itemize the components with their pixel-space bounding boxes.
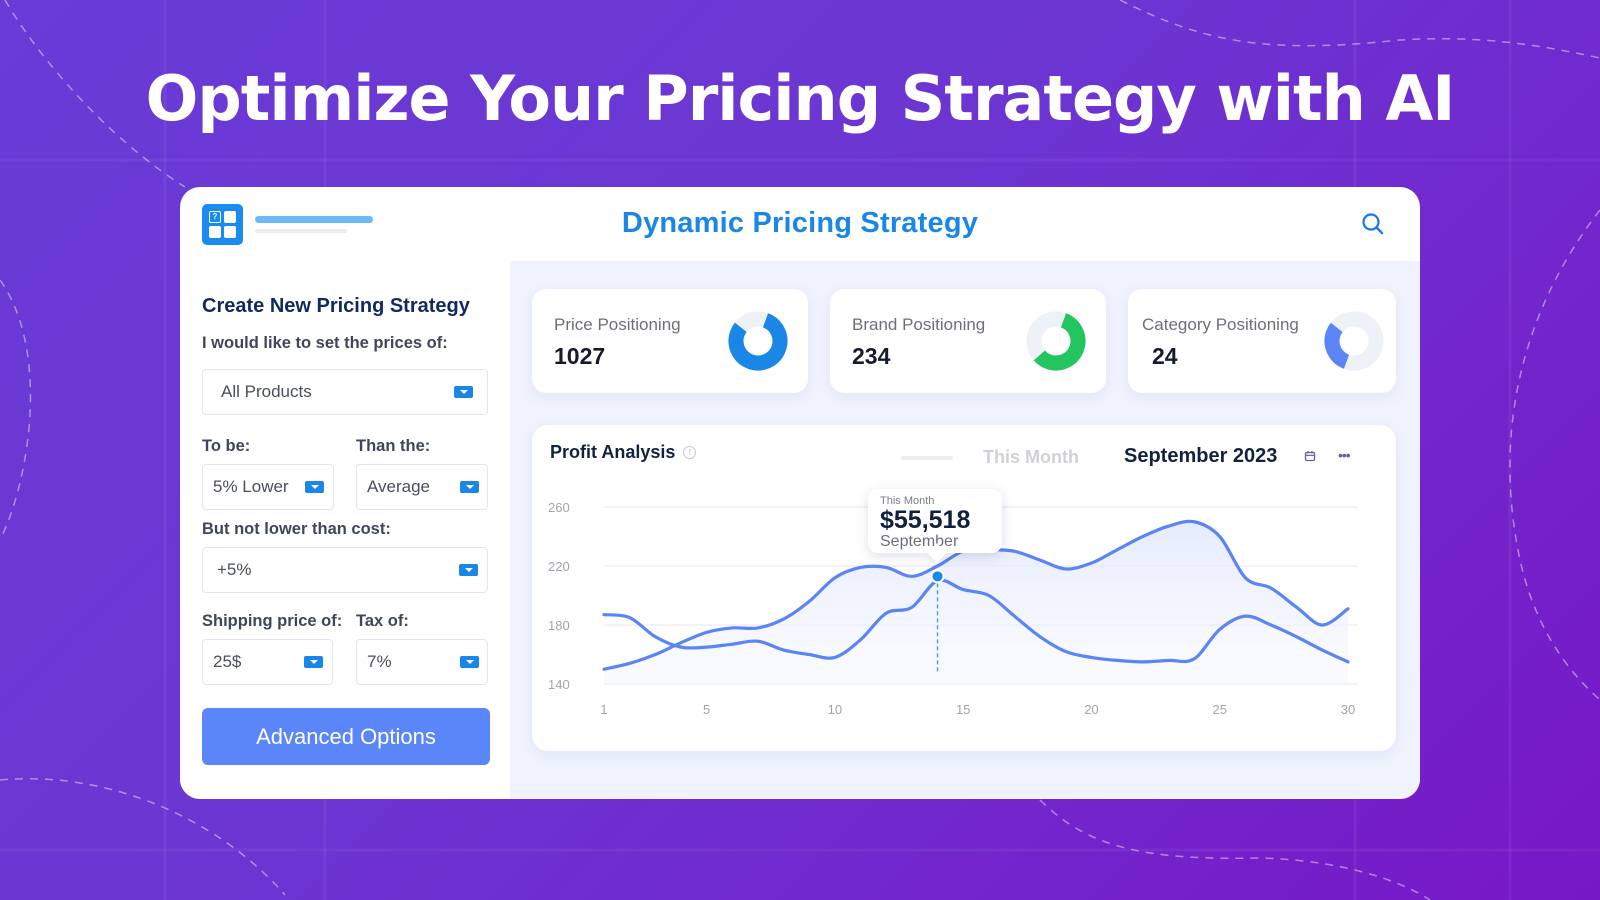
- search-button[interactable]: [1360, 211, 1386, 237]
- chevron-down-icon: [460, 656, 479, 668]
- to-be-select[interactable]: 5% Lower: [202, 464, 334, 510]
- profit-line-chart: 1401802202601 5 10 15 20 25 30: [548, 500, 1358, 717]
- prices-of-select[interactable]: All Products: [202, 369, 488, 415]
- tax-value: 7%: [367, 652, 392, 671]
- x-tick-label: 1: [600, 702, 607, 717]
- highlight-point[interactable]: [930, 569, 945, 584]
- chart-title-group: Profit Analysis !: [550, 442, 697, 463]
- chevron-down-icon: [305, 481, 324, 493]
- chevron-down-icon: [454, 386, 473, 398]
- shipping-label: Shipping price of:: [202, 612, 343, 630]
- calendar-icon[interactable]: [1304, 450, 1316, 462]
- period-select[interactable]: September 2023: [1124, 445, 1277, 468]
- tax-select[interactable]: 7%: [356, 639, 488, 685]
- x-tick-label: 20: [1084, 702, 1098, 717]
- chart-tooltip: This Month $55,518 September: [868, 489, 1002, 553]
- not-lower-label: But not lower than cost:: [202, 520, 391, 538]
- chevron-down-icon: [460, 481, 479, 493]
- x-tick-label: 10: [828, 702, 842, 717]
- not-lower-select[interactable]: +5%: [202, 547, 488, 593]
- tax-label: Tax of:: [356, 612, 409, 630]
- prices-of-value: All Products: [221, 382, 312, 401]
- x-tick-label: 25: [1212, 702, 1226, 717]
- stat-card-brand-positioning[interactable]: Brand Positioning 234: [830, 289, 1106, 393]
- app-header: ? Dynamic Pricing Strategy: [180, 187, 1420, 261]
- stat-card-price-positioning[interactable]: Price Positioning 1027: [532, 289, 808, 393]
- than-the-label: Than the:: [356, 437, 431, 455]
- app-window: ? Dynamic Pricing Strategy Create New Pr…: [180, 187, 1420, 799]
- chevron-down-icon: [304, 656, 323, 668]
- than-the-select[interactable]: Average: [356, 464, 488, 510]
- prices-of-label: I would like to set the prices of:: [202, 334, 448, 352]
- donut-chart-icon: [1324, 311, 1384, 371]
- profit-analysis-card: 140 180 220 260 1 5 10 15 20 25 30 Profit Analysis…: [532, 425, 1396, 751]
- advanced-options-button[interactable]: Advanced Options: [202, 708, 490, 765]
- chevron-down-icon: [459, 564, 478, 576]
- tooltip-value: $55,518: [880, 506, 971, 534]
- legend-line: [901, 456, 953, 460]
- info-icon[interactable]: !: [683, 446, 697, 459]
- y-tick-label: 140: [548, 677, 570, 692]
- donut-chart-icon: [1026, 311, 1086, 371]
- to-be-value: 5% Lower: [213, 477, 289, 496]
- chart-title: Profit Analysis: [550, 442, 676, 462]
- stat-cards: Price Positioning 1027 Brand Positioning…: [532, 289, 1396, 393]
- than-the-value: Average: [367, 477, 431, 496]
- to-be-label: To be:: [202, 437, 251, 455]
- x-tick-label: 30: [1341, 702, 1355, 717]
- form-heading: Create New Pricing Strategy: [202, 295, 470, 317]
- more-dots-icon[interactable]: •••: [1338, 448, 1351, 462]
- not-lower-value: +5%: [217, 560, 252, 579]
- shipping-value: 25$: [213, 652, 242, 671]
- app-title: Dynamic Pricing Strategy: [621, 207, 979, 239]
- y-tick-label: 260: [548, 500, 570, 515]
- x-tick-label: 15: [956, 702, 970, 717]
- x-tick-label: 5: [703, 702, 710, 717]
- shipping-select[interactable]: 25$: [202, 639, 333, 685]
- hero-title: Optimize Your Pricing Strategy with AI: [145, 62, 1456, 135]
- dashboard-main: Price Positioning 1027 Brand Positioning…: [510, 261, 1420, 799]
- tab-this-month[interactable]: This Month: [983, 447, 1079, 468]
- pricing-form: Create New Pricing Strategy I would like…: [180, 261, 510, 799]
- tooltip-month: September: [880, 533, 959, 550]
- stat-card-category-positioning[interactable]: Category Positioning 24: [1128, 289, 1396, 393]
- y-tick-label: 180: [548, 618, 570, 633]
- y-tick-label: 220: [548, 559, 570, 574]
- donut-chart-icon: [728, 311, 788, 371]
- search-icon: [1362, 213, 1384, 235]
